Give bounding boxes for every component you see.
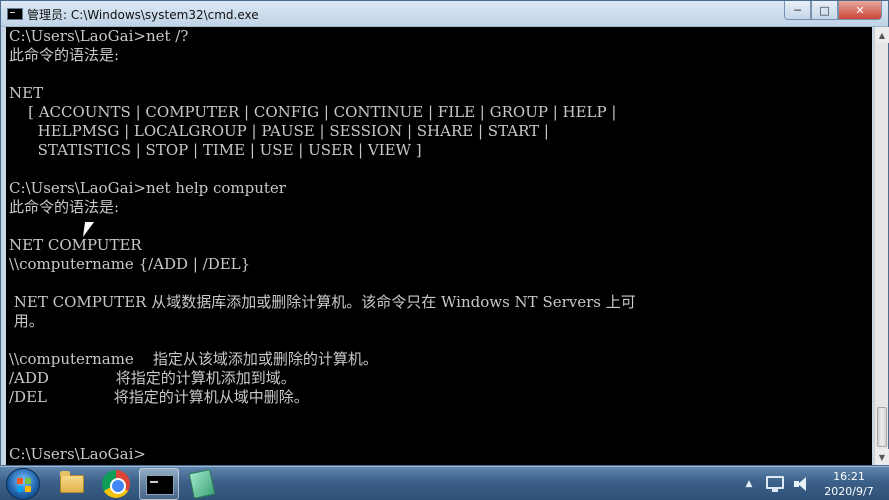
console-line: 用。 [9, 312, 44, 330]
cmd-window: 管理员: C:\Windows\system32\cmd.exe ─ □ ✕ C… [0, 0, 889, 466]
network-monitor-icon[interactable] [766, 476, 784, 492]
taskbar-cmd[interactable] [139, 468, 179, 500]
console-line: \\computername 指定从该域添加或删除的计算机。 [9, 350, 378, 368]
console-line: NET COMPUTER [9, 236, 142, 254]
console-line: 此命令的语法是: [9, 198, 120, 216]
clock-time: 16:21 [833, 470, 865, 483]
show-hidden-icons-arrow-icon[interactable]: ▲ [742, 477, 756, 491]
console-output[interactable]: C:\Users\LaoGai>net /? 此命令的语法是: NET [ AC… [6, 27, 872, 465]
console-line: \\computername {/ADD | /DEL} [9, 255, 251, 273]
chrome-icon [102, 470, 130, 498]
console-line: HELPMSG | LOCALGROUP | PAUSE | SESSION |… [9, 122, 549, 140]
console-line: [ ACCOUNTS | COMPUTER | CONFIG | CONTINU… [9, 103, 617, 121]
title-bar[interactable]: 管理员: C:\Windows\system32\cmd.exe ─ □ ✕ [1, 1, 888, 27]
console-line: /ADD 将指定的计算机添加到域。 [9, 369, 296, 387]
console-line: C:\Users\LaoGai> [9, 445, 146, 463]
console-line: NET [9, 84, 44, 102]
notes-icon [188, 468, 216, 500]
console-line: 此命令的语法是: [9, 46, 120, 64]
cmd-icon [146, 475, 174, 495]
console-line: C:\Users\LaoGai>net /? [9, 27, 189, 45]
console-line: /DEL 将指定的计算机从域中删除。 [9, 388, 309, 406]
folder-icon [60, 471, 84, 493]
vertical-scrollbar[interactable]: ▲ ▼ [874, 27, 889, 465]
console-line: STATISTICS | STOP | TIME | USE | USER | … [9, 141, 422, 159]
console-line: C:\Users\LaoGai>net help computer [9, 179, 286, 197]
minimize-button[interactable]: ─ [784, 1, 811, 20]
volume-icon[interactable] [794, 476, 810, 492]
console-line: NET COMPUTER 从域数据库添加或删除计算机。该命令只在 Windows… [9, 293, 636, 311]
cmd-app-icon[interactable] [7, 8, 23, 20]
maximize-button[interactable]: □ [811, 1, 838, 20]
taskbar-explorer[interactable] [52, 468, 92, 500]
system-clock[interactable]: 16:21 2020/9/7 [815, 469, 883, 499]
clock-date: 2020/9/7 [824, 485, 874, 498]
scroll-up-arrow-icon[interactable]: ▲ [875, 27, 889, 43]
scroll-thumb[interactable] [877, 407, 887, 447]
window-title: 管理员: C:\Windows\system32\cmd.exe [27, 8, 259, 22]
taskbar-chrome[interactable] [96, 468, 136, 500]
window-controls: ─ □ ✕ [784, 1, 882, 21]
taskbar-notes[interactable] [182, 468, 222, 500]
scroll-down-arrow-icon[interactable]: ▼ [875, 449, 889, 465]
close-button[interactable]: ✕ [838, 1, 882, 20]
start-button[interactable] [6, 468, 40, 500]
taskbar: ▲ 16:21 2020/9/7 [0, 466, 889, 500]
